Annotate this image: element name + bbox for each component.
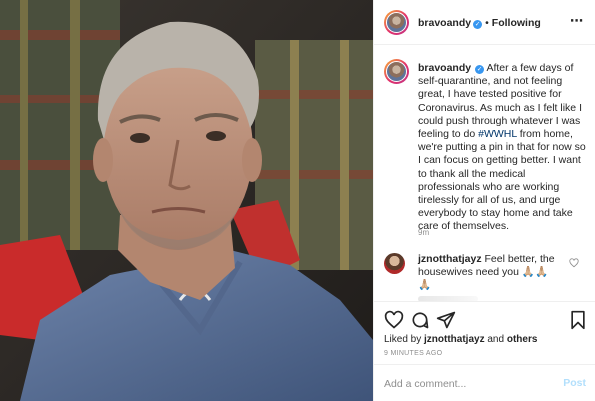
author-username[interactable]: bravoandy	[418, 17, 471, 29]
add-comment-input[interactable]	[384, 375, 554, 393]
post-header: bravoandy ✓ • Following ⋯	[374, 0, 595, 45]
caption-username[interactable]: bravoandy	[418, 62, 471, 74]
liked-by-user[interactable]: jznotthatjayz	[424, 334, 485, 345]
more-options-icon[interactable]: ⋯	[570, 13, 584, 29]
comment-text: jznotthatjayz Feel better, the housewive…	[418, 253, 558, 293]
post-timestamp[interactable]: 9 MINUTES AGO	[384, 350, 442, 357]
header-line: bravoandy ✓ • Following	[418, 17, 541, 29]
like-heart-icon[interactable]	[384, 310, 404, 330]
commenter-username[interactable]: jznotthatjayz	[418, 253, 482, 265]
caption-rest: from home, we're putting a pin in that f…	[418, 128, 586, 233]
caption-hashtag-link[interactable]: #WWHL	[478, 128, 517, 140]
caption-author-avatar[interactable]	[384, 59, 409, 84]
follow-status-button[interactable]: Following	[492, 17, 541, 29]
share-icon[interactable]	[436, 310, 456, 330]
post-side-panel: bravoandy ✓ • Following ⋯ bravoandy ✓ After …	[373, 0, 595, 401]
caption-text: bravoandy ✓ After a few days of self-quar…	[418, 62, 588, 234]
post-photo[interactable]	[0, 0, 373, 401]
liked-by-others-link[interactable]: others	[507, 334, 538, 345]
separator-dot: •	[485, 17, 489, 29]
caption-verified-badge-icon: ✓	[475, 65, 485, 74]
bookmark-icon[interactable]	[568, 310, 588, 330]
comment-composer: Post	[374, 364, 595, 401]
author-avatar[interactable]	[384, 10, 409, 35]
liked-by-suffix: and	[487, 334, 505, 345]
verified-badge-icon: ✓	[473, 20, 483, 29]
liked-by-prefix: Liked by	[384, 334, 422, 345]
liked-by-line: Liked by jznotthatjayz and others	[384, 334, 537, 345]
comment-icon[interactable]	[410, 310, 430, 330]
post-comment-button[interactable]: Post	[563, 377, 586, 389]
commenter-avatar[interactable]	[384, 253, 405, 274]
action-bar: Liked by jznotthatjayz and others 9 MINU…	[374, 301, 595, 363]
selfie-photo-illustration	[0, 0, 373, 401]
comments-area[interactable]: bravoandy ✓ After a few days of self-quar…	[374, 46, 595, 301]
caption-time[interactable]: 9m	[418, 228, 429, 237]
comment-like-heart-icon[interactable]	[569, 258, 579, 268]
